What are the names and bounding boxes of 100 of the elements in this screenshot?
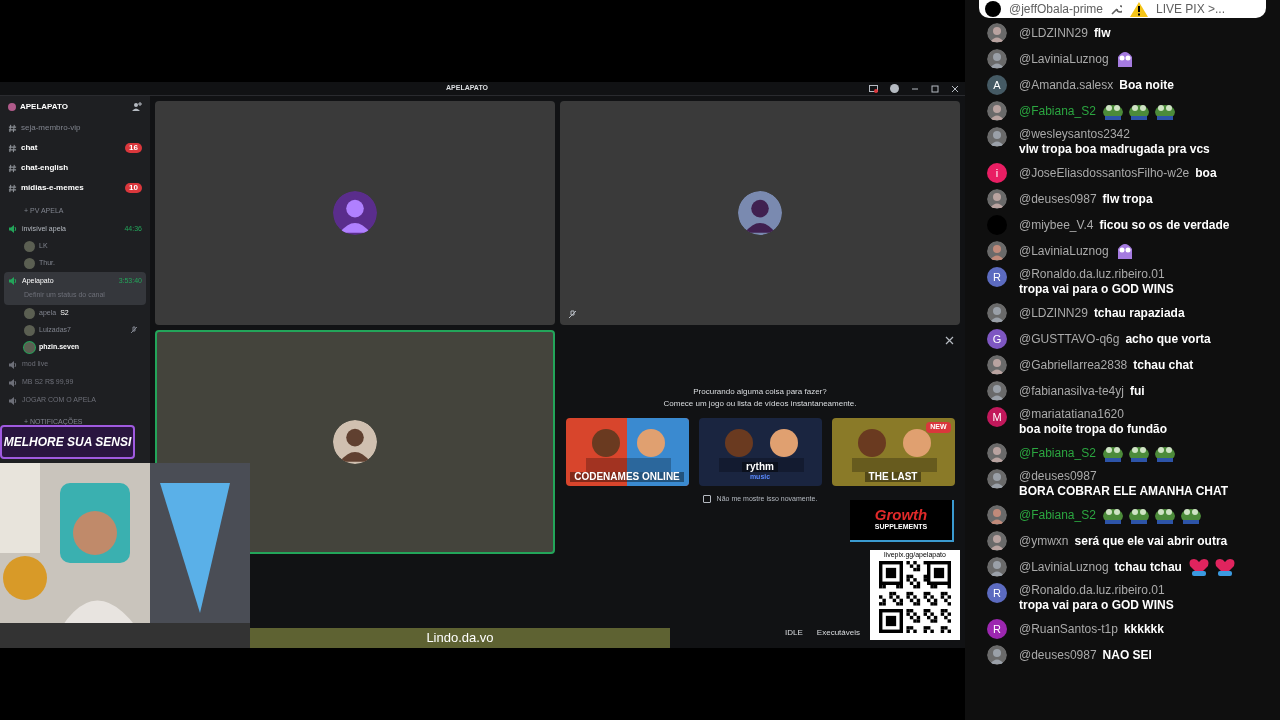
chat-author[interactable]: @deuses0987 [1019,191,1097,207]
frog-emote-icon [1101,506,1124,524]
heart-emote-icon [1187,557,1210,577]
screen-share-icon[interactable] [869,84,878,93]
frog-emote-icon [1153,506,1176,524]
unread-count: 10 [125,183,142,193]
frog-emote-icon [1127,102,1150,120]
frog-emote-icon [1179,506,1202,524]
chat-author[interactable]: @deuses0987 [1019,647,1097,663]
hash-icon [8,163,17,173]
chat-author[interactable]: @Gabriellarrea2838 [1019,357,1128,373]
pinned-author: @jeffObala-prime [1009,1,1103,18]
channel-item[interactable]: mídias-e-memes 10 [0,178,150,198]
video-tile[interactable] [155,101,555,325]
chat-author[interactable]: @LaviniaLuznog [1019,243,1109,259]
card-title: rythm [742,461,778,472]
chat-message: tchau chat [1133,357,1194,373]
chat-message: flw tropa [1102,191,1153,207]
chat-message: vlw tropa boa madrugada pra vcs [1019,142,1210,157]
channel-item[interactable]: chat-english [0,158,150,178]
chat-author[interactable]: @LaviniaLuznog [1019,51,1109,67]
chat-author[interactable]: @LDZINN29 [1019,25,1088,41]
chat-message: tropa vai para o GOD WINS [1019,282,1174,297]
video-tile[interactable] [560,101,960,325]
chat-message: kkkkkk [1123,621,1164,637]
user-avatar: R [987,267,1007,287]
chat-message: fui [1129,383,1145,399]
chat-message: flw [1093,25,1111,41]
promo-banner-text: MELHORE SUA SENSI [3,434,132,451]
muted-icon [568,310,577,319]
close-icon[interactable] [951,84,959,93]
chat-author[interactable]: @RuanSantos-t1p [1019,621,1118,637]
chat-author[interactable]: @mariatatiana1620 [1019,407,1124,422]
frog-emote-icon [1153,102,1176,120]
chat-author[interactable]: @wesleysantos2342 [1019,127,1130,142]
chat-author[interactable]: @JoseEliasdossantosFilho-w2e [1019,165,1190,181]
unread-count: 16 [125,143,142,153]
chat-message: tchau tchau [1114,559,1182,575]
wrench-icon [1111,3,1122,15]
status-label: Executáveis [816,627,860,639]
chat-author[interactable]: @fabianasilva-te4yj [1019,383,1124,399]
chat-author[interactable]: @deuses0987 [1019,469,1097,484]
chat-message: tchau rapaziada [1093,305,1185,321]
chat-message: boa [1195,165,1217,181]
checkbox[interactable] [702,495,711,504]
warning-icon [1130,1,1148,17]
user-avatar [985,1,1001,17]
card-title: THE LAST [864,472,922,482]
qr-code-icon [879,560,951,633]
server-name[interactable]: APELAPATO [20,101,128,113]
chat-author[interactable]: @Amanda.salesx [1019,77,1114,93]
chat-message: Boa noite [1119,77,1174,93]
chat-author[interactable]: @LaviniaLuznog [1019,559,1109,575]
chat-message: será que ele vai abrir outra [1074,533,1228,549]
chat-author[interactable]: @Ronaldo.da.luz.ribeiro.01 [1019,583,1165,598]
chat-message: tropa vai para o GOD WINS [1019,598,1174,613]
user-avatar: A [987,75,1007,95]
hash-icon [8,143,17,153]
chat-author[interactable]: @GUSTTAVO-q6g [1019,331,1120,347]
channel-item[interactable]: chat 16 [0,138,150,158]
user-avatar: R [987,583,1007,603]
channel-name: seja-membro-vip [21,122,82,134]
user-avatar: R [987,619,1007,639]
add-member-icon[interactable] [132,102,142,112]
activity-card[interactable]: CODENAMES ONLINE [565,418,689,486]
chat-message: ficou so os de verdade [1099,217,1230,233]
frog-emote-icon [1101,102,1124,120]
close-icon[interactable] [945,336,954,345]
frog-emote-icon [1127,506,1150,524]
channel-name: mídias-e-memes [21,182,85,194]
frog-emote-icon [1127,444,1150,462]
lyrics-caption: Lindo.da.vo [426,629,494,648]
chat-author[interactable]: @Fabiana_S2 [1019,445,1096,461]
chat-message: boa noite tropa do fundão [1019,422,1167,437]
hash-icon [8,183,17,193]
chat-message: NAO SEI [1102,647,1152,663]
chat-author[interactable]: @Fabiana_S2 [1019,507,1096,523]
chat-message: acho que vorta [1125,331,1211,347]
server-icon [8,103,16,111]
user-avatar: M [987,407,1007,427]
pinned-message: LIVE PIX >... [1156,1,1226,18]
chat-author[interactable]: @Ronaldo.da.luz.ribeiro.01 [1019,267,1165,282]
channel-item[interactable]: seja-membro-vip [0,118,150,138]
chat-author[interactable]: @miybee_V.4 [1019,217,1094,233]
frog-emote-icon [1101,444,1124,462]
activity-prompt: Procurando alguma coisa para fazer? [693,386,827,398]
chat-author[interactable]: @Fabiana_S2 [1019,103,1096,119]
frog-emote-icon [1153,444,1176,462]
maximize-icon[interactable] [931,84,939,93]
activity-subprompt: Comece um jogo ou lista de vídeos instantaneamente. [663,398,857,410]
help-icon[interactable] [890,84,899,93]
channel-name: chat [21,142,39,154]
hash-icon [8,123,17,133]
channel-name: chat-english [21,162,70,174]
chat-message: BORA COBRAR ELE AMANHA CHAT [1019,484,1229,499]
chat-author[interactable]: @LDZINN29 [1019,305,1088,321]
status-label: IDLE [785,627,803,639]
card-title: CODENAMES ONLINE [570,472,684,482]
video-tile[interactable] [155,330,555,554]
chat-author[interactable]: @ymwxn [1019,533,1069,549]
